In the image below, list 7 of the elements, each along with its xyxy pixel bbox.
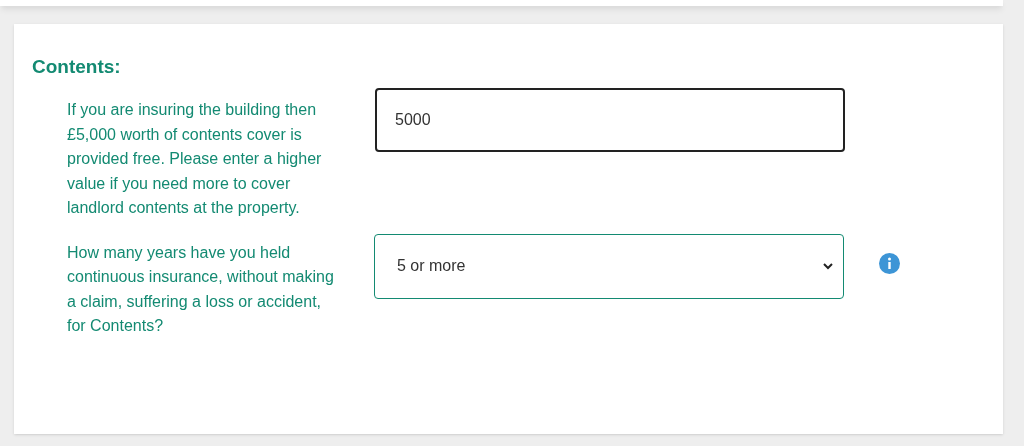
question-label: If you are insuring the building then £5,000 worth of contents cover is provided free. Please enter a higher value if you need more to cover landlord contents at the property. [67, 100, 323, 218]
chevron-down-icon [823, 262, 833, 270]
question-label: How many years have you held continuous insurance, without making a claim, suffering a loss or accident, for Contents? [67, 242, 335, 336]
info-icon[interactable] [879, 252, 900, 274]
select-dropdown[interactable]: 5 or more [374, 233, 844, 299]
input-field[interactable]: 5000 [375, 88, 845, 152]
section-title: Contents: [32, 55, 122, 79]
